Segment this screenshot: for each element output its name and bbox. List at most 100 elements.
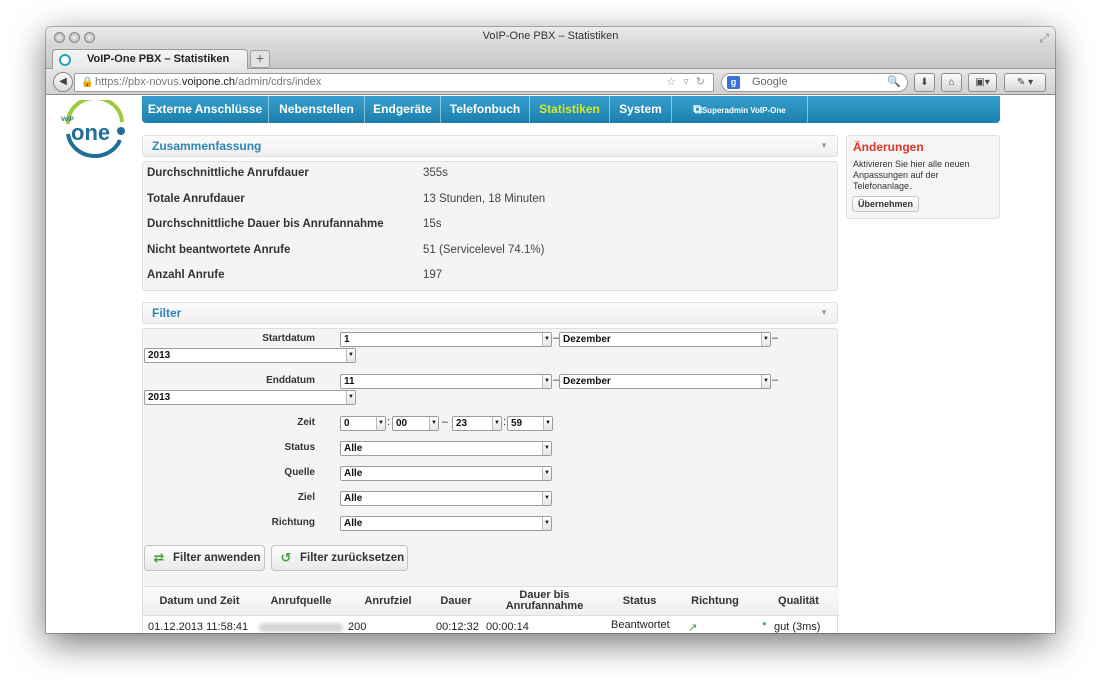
source-select[interactable]: Alle ▼ [340, 466, 552, 481]
superadmin-label: Superadmin VoIP-One [701, 106, 786, 115]
start-year-select[interactable]: 2013 ▼ [144, 348, 356, 363]
bookmarks-icon[interactable]: ▣▾ [968, 73, 997, 92]
time-label: Zeit [297, 417, 315, 428]
end-date-label: Enddatum [266, 375, 315, 386]
close-window-button[interactable] [54, 32, 65, 43]
nav-statistiken[interactable]: Statistiken [530, 96, 610, 123]
home-icon[interactable]: ⌂ [941, 73, 962, 92]
address-bar[interactable]: 🔒 https://pbx-novus.voipone.ch/admin/cdr… [74, 73, 714, 92]
main-navigation: Externe Anschlüsse Nebenstellen Endgerät… [142, 96, 1000, 123]
table-header[interactable]: Anrufquelle [256, 587, 346, 616]
time-from-hour-select[interactable]: 0 ▼ [340, 416, 386, 431]
bookmark-star-icon[interactable]: ☆ ▿ ↻ [666, 74, 707, 91]
cell-answer-time: 00:00:14 [486, 621, 529, 633]
time-colon: : [503, 416, 507, 428]
table-header[interactable]: Status [607, 587, 672, 616]
direction-value: Alle [344, 518, 363, 529]
zoom-window-button[interactable] [84, 32, 95, 43]
search-icon[interactable]: 🔍 [887, 74, 901, 91]
summary-label: Nicht beantwortete Anrufe [147, 244, 291, 256]
table-header[interactable]: Datum und Zeit [143, 587, 256, 616]
nav-system[interactable]: System [610, 96, 672, 123]
end-year-select[interactable]: 2013 ▼ [144, 390, 356, 405]
cell-datetime: 01.12.2013 11:58:41 [148, 621, 249, 633]
table-header[interactable]: Qualität [758, 587, 839, 616]
status-label: Status [284, 442, 315, 453]
browser-window: VoIP-One PBX – Statistiken ⤢ VoIP-One PB… [46, 27, 1055, 633]
source-value: Alle [344, 468, 363, 479]
apply-changes-button[interactable]: Übernehmen [852, 196, 920, 212]
nav-endgeraete[interactable]: Endgeräte [365, 96, 441, 123]
summary-value: 13 Stunden, 18 Minuten [423, 193, 546, 205]
direction-arrow-icon: ↗ [688, 622, 698, 633]
chevron-down-icon: ▼ [761, 375, 770, 388]
search-placeholder: Google [752, 76, 788, 88]
nav-externe-anschluesse[interactable]: Externe Anschlüsse [142, 96, 269, 123]
chevron-down-icon: ▼ [429, 417, 438, 430]
nav-nebenstellen[interactable]: Nebenstellen [269, 96, 365, 123]
external-link-icon: ⧉ [693, 102, 702, 116]
time-to-minute-select[interactable]: 59 ▼ [507, 416, 553, 431]
status-select[interactable]: Alle ▼ [340, 441, 552, 456]
minimize-window-button[interactable] [69, 32, 80, 43]
chevron-down-icon: ▼ [542, 375, 551, 388]
target-select[interactable]: Alle ▼ [340, 491, 552, 506]
blurred-source-number [259, 623, 343, 632]
table-header[interactable]: Richtung [672, 587, 758, 616]
time-to-hour-select[interactable]: 23 ▼ [452, 416, 502, 431]
summary-label: Durchschnittliche Anrufdauer [147, 167, 309, 179]
changes-box: Änderungen Aktivieren Sie hier alle neue… [846, 135, 1000, 219]
chevron-down-icon: ▼ [542, 517, 551, 530]
end-month-value: Dezember [563, 376, 611, 387]
summary-row: Durchschnittliche Anrufdauer 355s [143, 167, 837, 191]
voip-one-logo[interactable]: VoIP one [58, 100, 128, 158]
status-dot-icon: ● [762, 619, 767, 628]
reset-filter-label: Filter zurücksetzen [300, 552, 405, 564]
collapse-icon[interactable]: ▼ [820, 136, 828, 156]
summary-header[interactable]: Zusammenfassung ▼ [142, 135, 838, 157]
cell-quality: gut (3ms) [774, 621, 821, 633]
window-title: VoIP-One PBX – Statistiken [482, 30, 619, 42]
filter-header[interactable]: Filter ▼ [142, 302, 838, 324]
fullscreen-icon[interactable]: ⤢ [1039, 29, 1049, 48]
nav-superadmin[interactable]: ⧉Superadmin VoIP-One [672, 96, 808, 123]
summary-value: 197 [423, 269, 443, 281]
start-day-select[interactable]: 1 ▼ [340, 332, 552, 347]
table-header[interactable]: Anrufziel [346, 587, 430, 616]
end-day-select[interactable]: 11 ▼ [340, 374, 552, 389]
summary-row: Totale Anrufdauer 13 Stunden, 18 Minuten [143, 193, 837, 217]
summary-value: 51 (Servicelevel 74.1%) [423, 244, 545, 256]
summary-value: 15s [423, 218, 442, 230]
chevron-down-icon: ▼ [492, 417, 501, 430]
time-from-minute-select[interactable]: 00 ▼ [392, 416, 439, 431]
summary-row: Durchschnittliche Dauer bis Anrufannahme… [143, 218, 837, 242]
filter-panel: Startdatum 1 ▼ – Dezember ▼ – 2013 ▼ Enddat… [142, 328, 838, 614]
reset-filter-button[interactable]: ↺ Filter zurücksetzen [271, 545, 408, 571]
chevron-down-icon: ▼ [542, 492, 551, 505]
start-year-value: 2013 [148, 350, 171, 361]
new-tab-button[interactable]: + [250, 50, 270, 68]
extensions-icon[interactable]: ✎ ▾ [1004, 73, 1046, 92]
favicon-icon [59, 54, 71, 66]
filter-title: Filter [152, 306, 182, 320]
direction-select[interactable]: Alle ▼ [340, 516, 552, 531]
apply-filter-button[interactable]: ⇄ Filter anwenden [144, 545, 265, 571]
search-input[interactable]: g Google 🔍 [721, 73, 908, 92]
reset-icon: ↺ [280, 550, 292, 565]
chevron-down-icon: ▼ [543, 417, 552, 430]
title-bar: VoIP-One PBX – Statistiken ⤢ [46, 27, 1055, 47]
time-separator: – [442, 416, 449, 428]
start-date-label: Startdatum [262, 333, 315, 344]
status-value: Alle [344, 443, 363, 454]
end-month-select[interactable]: Dezember ▼ [559, 374, 771, 389]
browser-tab[interactable]: VoIP-One PBX – Statistiken [52, 49, 248, 70]
date-separator: – [772, 332, 779, 344]
nav-telefonbuch[interactable]: Telefonbuch [441, 96, 530, 123]
start-month-select[interactable]: Dezember ▼ [559, 332, 771, 347]
collapse-icon[interactable]: ▼ [820, 303, 828, 323]
table-header[interactable]: Dauer [430, 587, 482, 616]
table-header[interactable]: Dauer bis Anrufannahme [482, 587, 607, 616]
chevron-down-icon: ▼ [542, 467, 551, 480]
download-icon[interactable]: ⬇ [914, 73, 935, 92]
back-button[interactable]: ◀ [53, 72, 73, 92]
